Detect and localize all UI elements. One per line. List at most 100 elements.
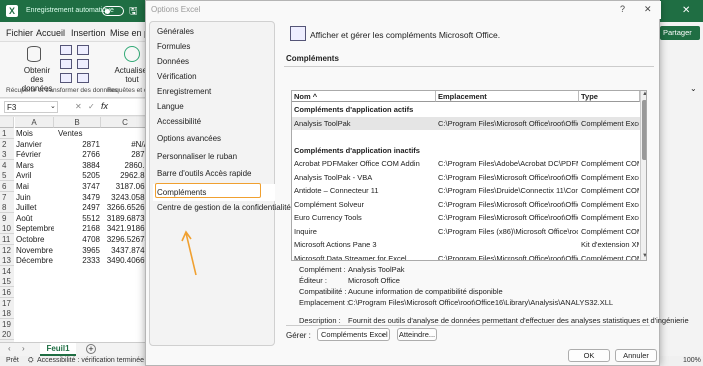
cell-b[interactable]: Ventes <box>54 128 100 139</box>
cell-c[interactable] <box>101 319 149 330</box>
cell-a[interactable] <box>16 266 54 277</box>
cell-b[interactable]: 3479 <box>54 192 100 203</box>
cell-b[interactable]: 3884 <box>54 160 100 171</box>
cell-a[interactable]: Octobre <box>16 234 54 245</box>
cell-c[interactable]: 3421.91865 <box>101 223 149 234</box>
row-header[interactable]: 2 <box>0 138 14 150</box>
other-sources-icon[interactable] <box>77 73 89 83</box>
cell-c[interactable]: 3243.0585 <box>101 192 149 203</box>
from-web-icon[interactable] <box>60 59 72 69</box>
nav-item-10[interactable]: Compléments <box>157 188 206 197</box>
nav-item-4[interactable]: Enregistrement <box>157 87 211 96</box>
column-header-b[interactable]: B <box>54 117 101 128</box>
cell-b[interactable]: 2766 <box>54 149 100 160</box>
cell-a[interactable] <box>16 276 54 287</box>
go-button[interactable]: Atteindre... <box>397 328 437 341</box>
cell-a[interactable] <box>16 319 54 330</box>
cell-a[interactable] <box>16 298 54 309</box>
cell-a[interactable]: Décembre <box>16 255 54 266</box>
cell-c[interactable]: 3266.65265 <box>101 202 149 213</box>
ok-button[interactable]: OK <box>568 349 610 362</box>
row-header[interactable]: 18 <box>0 308 14 320</box>
cell-c[interactable]: 3187.065 <box>101 181 149 192</box>
table-row[interactable]: Acrobat PDFMaker Office COM Addin C:\Prog… <box>292 157 640 170</box>
col-header-name[interactable]: Nom ^ <box>292 91 436 102</box>
select-all-corner[interactable] <box>0 117 14 128</box>
spreadsheet-grid[interactable]: A B C 1 Mois Ventes 2 Janvier 2871 #N/A 3 Février 27… <box>0 117 150 351</box>
next-sheet-icon[interactable]: › <box>22 344 25 353</box>
row-header[interactable]: 12 <box>0 244 14 256</box>
cell-b[interactable] <box>54 319 100 330</box>
col-header-location[interactable]: Emplacement <box>436 91 579 102</box>
table-row[interactable]: Analysis ToolPak - VBA C:\Program Files\M… <box>292 171 640 184</box>
nav-item-6[interactable]: Accessibilité <box>157 117 201 126</box>
cell-c[interactable]: 3490.40669 <box>101 255 149 266</box>
cell-a[interactable] <box>16 329 54 340</box>
prev-sheet-icon[interactable]: ‹ <box>8 344 11 353</box>
cell-b[interactable] <box>54 298 100 309</box>
autosave-toggle[interactable] <box>102 6 124 16</box>
add-sheet-icon[interactable]: + <box>86 344 96 354</box>
cell-b[interactable] <box>54 266 100 277</box>
row-header[interactable]: 4 <box>0 159 14 171</box>
cell-a[interactable]: Juin <box>16 192 54 203</box>
cell-c[interactable] <box>101 329 149 340</box>
cell-b[interactable]: 2497 <box>54 202 100 213</box>
help-icon[interactable]: ? <box>620 4 625 14</box>
cell-b[interactable]: 3965 <box>54 245 100 256</box>
nav-item-2[interactable]: Données <box>157 57 189 66</box>
row-header[interactable]: 3 <box>0 149 14 161</box>
scroll-up-icon[interactable]: ▲ <box>642 91 646 97</box>
cell-c[interactable]: #N/A <box>101 139 149 150</box>
nav-item-7[interactable]: Options avancées <box>157 134 221 143</box>
cell-a[interactable]: Juillet <box>16 202 54 213</box>
row-header[interactable]: 6 <box>0 181 14 192</box>
cell-b[interactable]: 2168 <box>54 223 100 234</box>
row-header[interactable]: 7 <box>0 191 14 203</box>
cell-a[interactable]: Mai <box>16 181 54 192</box>
row-header[interactable]: 19 <box>0 318 14 330</box>
zoom-level[interactable]: 100% <box>683 357 701 364</box>
tab-insertion[interactable]: Insertion <box>71 28 106 38</box>
scroll-down-icon[interactable]: ▼ <box>642 253 646 259</box>
cancel-button[interactable]: Annuler <box>615 349 657 362</box>
nav-item-1[interactable]: Formules <box>157 42 190 51</box>
enter-formula-icon[interactable]: ✓ <box>88 102 95 111</box>
cell-c[interactable] <box>101 287 149 298</box>
save-icon[interactable]: 🖫 <box>129 4 138 21</box>
cell-b[interactable]: 2333 <box>54 255 100 266</box>
cell-a[interactable] <box>16 287 54 298</box>
table-row[interactable]: Antidote – Connecteur 11 C:\Program Files… <box>292 184 640 197</box>
cell-b[interactable]: 3747 <box>54 181 100 192</box>
column-header-c[interactable]: C <box>101 117 150 128</box>
cell-a[interactable]: Mois <box>16 128 54 139</box>
cell-a[interactable]: Mars <box>16 160 54 171</box>
row-header[interactable]: 1 <box>0 128 14 139</box>
fx-icon[interactable]: fx <box>101 101 108 111</box>
row-header[interactable]: 16 <box>0 287 14 298</box>
row-header[interactable]: 9 <box>0 212 14 224</box>
cell-c[interactable]: 2962.85 <box>101 170 149 181</box>
cell-b[interactable] <box>54 329 100 340</box>
name-box-dropdown-icon[interactable]: ⌄ <box>50 102 56 110</box>
row-header[interactable]: 11 <box>0 234 14 245</box>
cell-b[interactable] <box>54 276 100 287</box>
row-header[interactable]: 8 <box>0 202 14 214</box>
column-header-a[interactable]: A <box>15 117 54 128</box>
status-accessibility[interactable]: Accessibilité : vérification terminée <box>37 357 144 364</box>
cell-c[interactable] <box>101 298 149 309</box>
cell-c[interactable] <box>101 276 149 287</box>
nav-item-3[interactable]: Vérification <box>157 72 197 81</box>
existing-connections-icon[interactable] <box>77 59 89 69</box>
nav-item-5[interactable]: Langue <box>157 102 184 111</box>
cell-c[interactable] <box>101 266 149 277</box>
manage-select[interactable]: Compléments Excel ⌄ <box>317 328 390 341</box>
table-row[interactable]: Euro Currency Tools C:\Program Files\Micr… <box>292 211 640 224</box>
dialog-close-icon[interactable]: ✕ <box>644 4 652 15</box>
table-row[interactable]: Microsoft Data Streamer for Excel C:\Prog… <box>292 252 640 261</box>
row-header[interactable]: 13 <box>0 255 14 267</box>
cell-c[interactable]: 3189.68739 <box>101 213 149 224</box>
row-header[interactable]: 10 <box>0 223 14 235</box>
cell-a[interactable]: Novembre <box>16 245 54 256</box>
cancel-formula-icon[interactable]: ✕ <box>75 102 82 111</box>
